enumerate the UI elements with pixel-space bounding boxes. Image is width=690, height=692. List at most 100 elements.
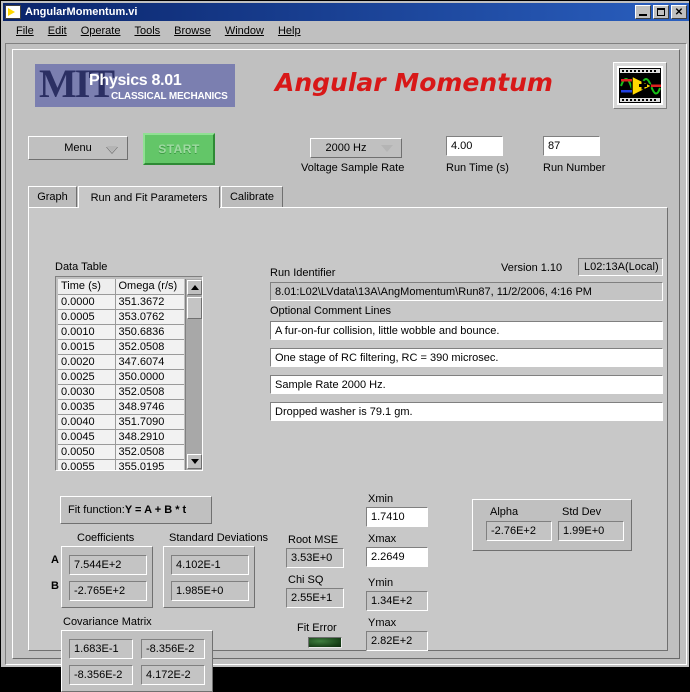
covariance-matrix-array: 1.683E-1 -8.356E-2 -8.356E-2 4.172E-2: [61, 630, 213, 692]
table-row[interactable]: 0.0015 352.0508: [58, 339, 184, 355]
comment-line-3[interactable]: Sample Rate 2000 Hz.: [270, 375, 663, 394]
cell-time: 0.0025: [58, 369, 116, 385]
menu-item-file[interactable]: File: [9, 24, 41, 38]
cell-time: 0.0005: [58, 309, 116, 325]
data-table-element: Time (s) Omega (r/s) 0.0000 351.3672 0.000…: [58, 279, 184, 470]
xmax-input[interactable]: 2.2649: [366, 547, 428, 567]
run-time-input[interactable]: 4.00: [446, 136, 503, 156]
cell-omega: 350.0000: [115, 369, 184, 385]
table-row[interactable]: 0.0025 350.0000: [58, 369, 184, 385]
alpha-field: -2.76E+2: [486, 521, 552, 541]
comment-line-4[interactable]: Dropped washer is 79.1 gm.: [270, 402, 663, 421]
cell-time: 0.0040: [58, 414, 116, 430]
column-header-time: Time (s): [58, 279, 116, 295]
close-button[interactable]: ✕: [671, 5, 687, 19]
tab-calibrate[interactable]: Calibrate: [221, 186, 283, 208]
version-label: Version 1.10: [501, 262, 563, 274]
xmin-input[interactable]: 1.7410: [366, 507, 428, 527]
cell-omega: 351.3672: [115, 294, 184, 310]
comment-line-1[interactable]: A fur-on-fur collision, little wobble an…: [270, 321, 663, 340]
coefficient-a-value-field: 7.544E+2: [69, 555, 147, 575]
table-row[interactable]: 0.0045 348.2910: [58, 429, 184, 445]
standard-deviations-array: 4.102E-1 1.985E+0: [163, 546, 255, 608]
cell-time: 0.0050: [58, 444, 116, 460]
menu-item-tools[interactable]: Tools: [127, 24, 167, 38]
labview-logo-icon: [613, 62, 667, 109]
standard-deviations-label: Standard Deviations: [169, 532, 269, 544]
title-bar[interactable]: AngularMomentum.vi ✕: [3, 3, 689, 21]
cell-omega: 352.0508: [115, 444, 184, 460]
alpha-std-dev-label: Std Dev: [562, 506, 602, 518]
cell-omega: 355.0195: [115, 459, 184, 470]
chi-sq-value: 2.55E+1: [291, 592, 333, 604]
table-row[interactable]: 0.0055 355.0195: [58, 459, 184, 470]
menu-item-browse[interactable]: Browse: [167, 24, 218, 38]
tab-graph[interactable]: Graph: [28, 186, 77, 208]
comment-line-3-text: Sample Rate 2000 Hz.: [275, 378, 386, 391]
run-number-value: 87: [548, 140, 561, 152]
maximize-button[interactable]: [653, 5, 669, 19]
chi-sq-label: Chi SQ: [288, 574, 324, 586]
cell-omega: 351.7090: [115, 414, 184, 430]
fit-function-formula: Y = A + B * t: [124, 504, 187, 516]
scroll-down-icon[interactable]: [187, 454, 202, 469]
run-number-label: Run Number: [543, 162, 606, 174]
data-table-scrollbar[interactable]: [185, 279, 202, 470]
comment-line-2-text: One stage of RC filtering, RC = 390 micr…: [275, 351, 499, 364]
alpha-std-dev-field: 1.99E+0: [558, 521, 624, 541]
table-row[interactable]: 0.0000 351.3672: [58, 294, 184, 310]
menu-dropdown-button[interactable]: Menu: [28, 136, 128, 160]
comment-line-2[interactable]: One stage of RC filtering, RC = 390 micr…: [270, 348, 663, 367]
std-dev-b-value-field: 1.985E+0: [171, 581, 249, 601]
version-value: L02:13A(Local): [584, 261, 659, 273]
cell-omega: 348.9746: [115, 399, 184, 415]
alpha-result-group: Alpha Std Dev -2.76E+2 1.99E+0: [472, 499, 632, 551]
covariance-cell-1-0: -8.356E-2: [69, 665, 133, 685]
covariance-cell-0-1: -8.356E-2: [141, 639, 205, 659]
covariance-cell-1-1: 4.172E-2: [141, 665, 205, 685]
table-row[interactable]: 0.0020 347.6074: [58, 354, 184, 370]
cell-time: 0.0035: [58, 399, 116, 415]
version-field: L02:13A(Local): [578, 258, 663, 276]
alpha-label: Alpha: [490, 506, 519, 518]
root-mse-value: 3.53E+0: [291, 552, 333, 564]
chi-sq-field: 2.55E+1: [286, 588, 344, 608]
coefficient-a-value: 7.544E+2: [74, 559, 122, 571]
scroll-up-icon[interactable]: [187, 280, 202, 295]
fit-error-label: Fit Error: [297, 622, 337, 634]
menu-item-operate[interactable]: Operate: [74, 24, 128, 38]
cell-omega: 350.6836: [115, 324, 184, 340]
data-table-label: Data Table: [55, 261, 108, 273]
table-row[interactable]: 0.0035 348.9746: [58, 399, 184, 415]
data-table[interactable]: Time (s) Omega (r/s) 0.0000 351.3672 0.000…: [55, 276, 203, 471]
std-dev-a-value: 4.102E-1: [176, 559, 221, 571]
cell-time: 0.0015: [58, 339, 116, 355]
scrollbar-thumb[interactable]: [187, 297, 202, 319]
minimize-button[interactable]: [635, 5, 651, 19]
table-row[interactable]: 0.0050 352.0508: [58, 444, 184, 460]
menu-item-help[interactable]: Help: [271, 24, 308, 38]
covariance-cell-0-0: 1.683E-1: [69, 639, 133, 659]
coefficient-row-label-b: B: [51, 580, 59, 592]
menu-item-edit[interactable]: Edit: [41, 24, 74, 38]
ymin-field: 1.34E+2: [366, 591, 428, 611]
start-button[interactable]: START: [143, 133, 215, 165]
table-row[interactable]: 0.0040 351.7090: [58, 414, 184, 430]
table-row[interactable]: 0.0030 352.0508: [58, 384, 184, 400]
fit-error-indicator-led: [308, 637, 342, 648]
table-row[interactable]: 0.0005 353.0762: [58, 309, 184, 325]
tab-run-and-fit-parameters-label: Run and Fit Parameters: [90, 191, 208, 204]
tab-strip: Graph Run and Fit Parameters Calibrate: [28, 186, 668, 208]
run-number-input[interactable]: 87: [543, 136, 600, 156]
tab-run-and-fit-parameters[interactable]: Run and Fit Parameters: [78, 186, 220, 208]
menu-item-window[interactable]: Window: [218, 24, 271, 38]
covariance-matrix-label: Covariance Matrix: [63, 616, 152, 628]
close-icon: ✕: [674, 7, 684, 18]
table-row[interactable]: 0.0010 350.6836: [58, 324, 184, 340]
mit-logo: MIT Physics 8.01 CLASSICAL MECHANICS: [35, 64, 235, 107]
ymin-label: Ymin: [368, 577, 394, 589]
voltage-sample-rate-select[interactable]: 2000 Hz: [310, 138, 402, 158]
run-identifier-value: 8.01:L02\LVdata\13A\AngMomentum\Run87, 1…: [275, 285, 592, 298]
xmin-label: Xmin: [368, 493, 394, 505]
front-panel: MIT Physics 8.01 CLASSICAL MECHANICS Ang…: [5, 43, 687, 692]
